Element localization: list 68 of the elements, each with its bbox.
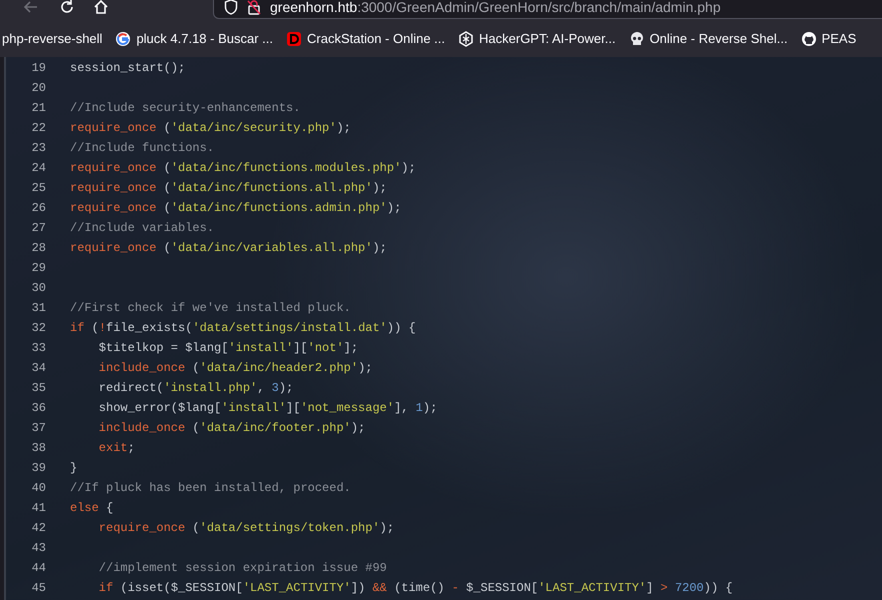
line-number: 20 bbox=[30, 80, 46, 97]
code-line: //First check if we've installed pluck. bbox=[70, 300, 351, 317]
line-number: 40 bbox=[30, 480, 46, 497]
line-number: 35 bbox=[30, 380, 46, 397]
code-line: require_once ('data/inc/functions.modules.php'); bbox=[70, 160, 416, 177]
line-number: 28 bbox=[30, 240, 46, 257]
bookmark-item[interactable]: Online - Reverse Shel... bbox=[628, 28, 788, 48]
line-number: 39 bbox=[30, 460, 46, 477]
bookmark-item[interactable]: CrackStation - Online ... bbox=[286, 28, 446, 48]
code-line: require_once ('data/settings/token.php'); bbox=[98, 520, 394, 537]
skull-icon bbox=[628, 30, 645, 46]
code-line: //implement session expiration issue #99 bbox=[98, 560, 387, 577]
code-line: require_once ('data/inc/functions.all.php'); bbox=[70, 180, 387, 197]
code-line: require_once ('data/inc/variables.all.php'); bbox=[70, 240, 387, 257]
code-line: else { bbox=[70, 500, 114, 517]
code-line: exit; bbox=[98, 440, 135, 457]
swirl-logo-icon bbox=[458, 30, 474, 46]
google-logo-icon bbox=[115, 30, 132, 46]
code-line: require_once ('data/inc/functions.admin.php'); bbox=[70, 200, 402, 217]
line-number: 45 bbox=[30, 580, 46, 597]
line-number: 19 bbox=[30, 60, 46, 77]
code-line: include_once ('data/inc/footer.php'); bbox=[98, 420, 366, 437]
line-number: 38 bbox=[30, 440, 46, 457]
code-line: //Include security-enhancements. bbox=[70, 100, 300, 117]
code-line: include_once ('data/inc/header2.php'); bbox=[98, 360, 372, 377]
line-number: 31 bbox=[30, 300, 46, 317]
line-number: 25 bbox=[30, 180, 46, 197]
code-line: redirect('install.php', 3); bbox=[98, 380, 294, 397]
line-number: 43 bbox=[30, 540, 46, 557]
home-icon[interactable] bbox=[92, 0, 110, 16]
code-line: $titelkop = $lang['install']['not']; bbox=[98, 340, 358, 357]
line-number: 30 bbox=[30, 280, 46, 297]
line-number: 32 bbox=[30, 320, 46, 337]
reload-icon[interactable] bbox=[58, 0, 76, 16]
code-line: } bbox=[70, 460, 78, 477]
line-number: 44 bbox=[30, 560, 46, 577]
bookmark-item[interactable]: HackerGPT: AI-Power... bbox=[458, 28, 616, 48]
address-bar[interactable]: greenhorn.htb:3000/GreenAdmin/GreenHorn/src/branch/main/admin.php bbox=[213, 0, 882, 19]
line-number: 29 bbox=[30, 260, 46, 277]
bookmark-item[interactable]: PEAS bbox=[800, 28, 856, 48]
line-number: 41 bbox=[30, 500, 46, 517]
crossed-lock-icon[interactable] bbox=[246, 0, 262, 15]
line-number: 24 bbox=[30, 160, 46, 177]
bookmark-item[interactable]: php-reverse-shell bbox=[2, 28, 102, 48]
url-host: greenhorn.htb bbox=[270, 0, 358, 15]
line-number: 34 bbox=[30, 360, 46, 377]
shield-icon[interactable] bbox=[224, 0, 238, 15]
line-number: 27 bbox=[30, 220, 46, 237]
url-path: :3000/GreenAdmin/GreenHorn/src/branch/main/admin.php bbox=[357, 0, 721, 15]
code-line: //Include variables. bbox=[70, 220, 214, 237]
line-number: 21 bbox=[30, 100, 46, 117]
letter-d-logo-icon bbox=[286, 30, 302, 46]
line-number: 26 bbox=[30, 200, 46, 217]
code-line: //Include functions. bbox=[70, 140, 214, 157]
code-line: require_once ('data/inc/security.php'); bbox=[70, 120, 351, 137]
line-number: 36 bbox=[30, 400, 46, 417]
line-number: 23 bbox=[30, 140, 46, 157]
line-number: 33 bbox=[30, 340, 46, 357]
code-line: show_error($lang['install']['not_message'], 1); bbox=[98, 400, 438, 417]
line-number: 37 bbox=[30, 420, 46, 437]
code-line: //If pluck has been installed, proceed. bbox=[70, 480, 351, 497]
bookmark-item[interactable]: pluck 4.7.18 - Buscar ... bbox=[115, 28, 274, 48]
cat-logo-icon bbox=[800, 30, 817, 46]
code-line: session_start(); bbox=[70, 60, 186, 77]
line-number: 22 bbox=[30, 120, 46, 137]
code-line: if (isset($_SESSION['LAST_ACTIVITY']) && (time() - $_SESSION['LAST_ACTIVITY'] > 7200)) { bbox=[98, 580, 733, 597]
line-number: 42 bbox=[30, 520, 46, 537]
code-line: if (!file_exists('data/settings/install.dat')) { bbox=[70, 320, 416, 337]
